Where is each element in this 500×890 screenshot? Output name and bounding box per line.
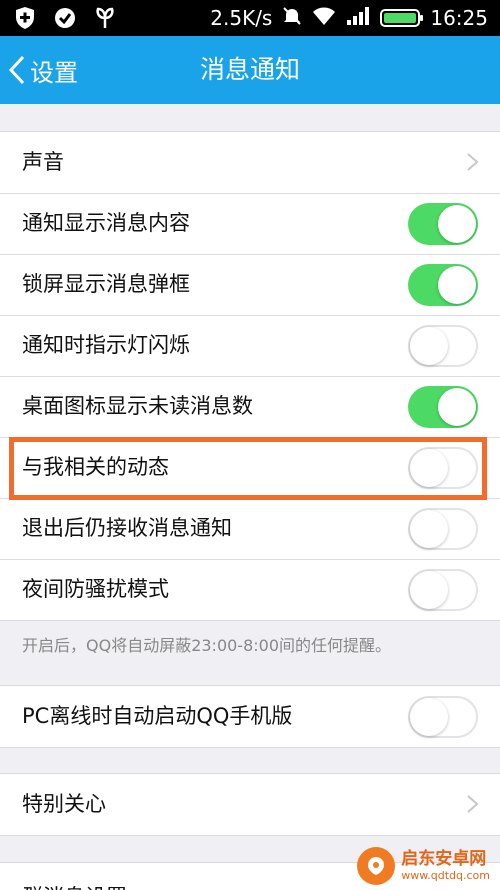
toggle-switch[interactable] [408, 447, 478, 489]
night-mode-note: 开启后，QQ将自动屏蔽23:00-8:00间的任何提醒。 [22, 636, 392, 655]
back-label: 设置 [30, 58, 78, 87]
setting-label: 通知显示消息内容 [22, 211, 190, 235]
notification-settings-group: 声音 通知显示消息内容 锁屏显示消息弹框 通知时指示灯闪烁 桌面图标显示未读消息… [0, 131, 500, 621]
setting-label: 桌面图标显示未读消息数 [22, 394, 253, 418]
toggle-switch[interactable] [408, 203, 478, 245]
network-speed: 2.5K/s [210, 6, 273, 30]
toggle-switch[interactable] [408, 386, 478, 428]
setting-row: 桌面图标显示未读消息数 [0, 376, 500, 437]
status-bar-right: 2.5K/s 16:25 [210, 0, 488, 36]
setting-row-pc-offline: PC离线时自动启动QQ手机版 [0, 686, 500, 747]
leaf-icon [92, 5, 118, 31]
setting-label: 锁屏显示消息弹框 [22, 272, 190, 296]
setting-label: 通知时指示灯闪烁 [22, 333, 190, 357]
setting-row-sound[interactable]: 声音 [0, 132, 500, 193]
pc-offline-group: PC离线时自动启动QQ手机版 [0, 685, 500, 748]
toggle-switch[interactable] [408, 696, 478, 738]
setting-label: PC离线时自动启动QQ手机版 [22, 704, 293, 728]
watermark-text: 启东安卓网 www.qdtdq.com [401, 849, 490, 882]
setting-row: 通知显示消息内容 [0, 193, 500, 254]
setting-label: 声音 [22, 150, 64, 174]
setting-label: 夜间防骚扰模式 [22, 577, 169, 601]
chevron-right-icon [467, 153, 479, 171]
back-button[interactable]: 设置 [8, 36, 78, 104]
chevron-right-icon [467, 795, 479, 813]
mute-icon [282, 6, 302, 31]
clock: 16:25 [430, 6, 488, 30]
toggle-switch[interactable] [408, 569, 478, 611]
setting-row-special-care[interactable]: 特别关心 [0, 774, 500, 835]
battery-icon [380, 9, 424, 27]
toggle-switch[interactable] [408, 264, 478, 306]
toggle-switch[interactable] [408, 325, 478, 367]
watermark: 启东安卓网 www.qdtdq.com [357, 847, 490, 885]
setting-row-related-activity: 与我相关的动态 [0, 437, 500, 498]
chevron-left-icon [8, 55, 25, 85]
setting-row: 锁屏显示消息弹框 [0, 254, 500, 315]
wifi-icon [312, 6, 336, 31]
site-logo-icon [357, 847, 396, 885]
watermark-url: www.qdtdq.com [401, 869, 490, 882]
toggle-switch[interactable] [408, 508, 478, 550]
check-badge-icon [52, 5, 78, 31]
setting-label: 退出后仍接收消息通知 [22, 516, 232, 540]
setting-row: 通知时指示灯闪烁 [0, 315, 500, 376]
setting-row: 退出后仍接收消息通知 [0, 498, 500, 559]
signal-icon [346, 6, 370, 31]
setting-label: 与我相关的动态 [22, 455, 169, 479]
shield-icon [12, 5, 38, 31]
setting-label: 群消息设置 [22, 867, 127, 890]
special-care-group: 特别关心 [0, 773, 500, 836]
status-bar-left-icons [12, 5, 118, 31]
status-bar: 2.5K/s 16:25 [0, 0, 500, 36]
setting-row: 夜间防骚扰模式 [0, 559, 500, 620]
title-bar: 设置 消息通知 [0, 36, 500, 104]
setting-label: 特别关心 [22, 792, 106, 816]
watermark-name: 启东安卓网 [401, 849, 487, 869]
